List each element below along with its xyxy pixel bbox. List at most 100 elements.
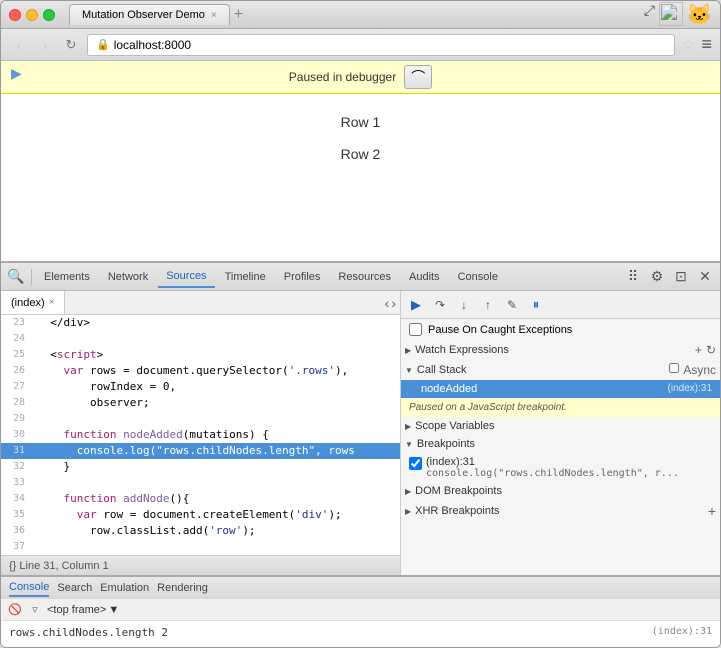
tab-nav: ‹ › xyxy=(385,295,400,311)
code-area[interactable]: 23 </div> 24 25 <script> 26 xyxy=(1,315,400,555)
bottom-tab-search[interactable]: Search xyxy=(57,580,92,596)
customize-icon[interactable]: ⠿ xyxy=(622,266,644,288)
maximize-button[interactable] xyxy=(43,9,55,21)
bottom-tab-console[interactable]: Console xyxy=(9,579,49,597)
watch-refresh-icon[interactable]: ↻ xyxy=(706,343,716,357)
minimize-button[interactable] xyxy=(26,9,38,21)
step-into-icon: ↓ xyxy=(461,298,467,312)
addressbar: ‹ › ↻ 🔒 localhost:8000 ☆ ≡ xyxy=(1,29,720,61)
browser-tab[interactable]: Mutation Observer Demo × xyxy=(69,4,230,25)
code-line-36: 36 row.classList.add('row'); xyxy=(1,523,400,539)
cat-icon: 🐱 xyxy=(687,2,712,27)
resume-debug-button[interactable]: ▶ xyxy=(405,294,427,316)
step-out-button[interactable]: ↑ xyxy=(477,294,499,316)
reload-button[interactable]: ↻ xyxy=(61,35,81,55)
breakpoints-header[interactable]: ▼ Breakpoints xyxy=(401,435,720,453)
menu-icon[interactable]: ≡ xyxy=(701,34,712,55)
window-controls: ⤢ 🐱 xyxy=(644,2,712,27)
tab-network[interactable]: Network xyxy=(100,267,156,287)
bottom-tab-emulation[interactable]: Emulation xyxy=(100,580,149,596)
resume-button[interactable]: ⌒ xyxy=(404,65,432,89)
breakpoint-info-text: Paused on a JavaScript breakpoint. xyxy=(409,402,567,413)
breakpoints-title: Breakpoints xyxy=(417,438,475,450)
scope-triangle-icon: ▶ xyxy=(405,422,411,431)
console-frame-select[interactable]: <top frame> ▼ xyxy=(47,604,119,616)
console-output: rows.childNodes.length 2 (index):31 xyxy=(1,621,720,647)
code-line-32: 32 } xyxy=(1,459,400,475)
scope-variables-header[interactable]: ▶ Scope Variables xyxy=(401,417,720,435)
forward-button[interactable]: › xyxy=(35,35,55,55)
pause-button[interactable]: ⏸ xyxy=(525,294,547,316)
watch-expressions-title: Watch Expressions xyxy=(415,344,509,356)
code-line-27: 27 rowIndex = 0, xyxy=(1,379,400,395)
deactivate-button[interactable]: ✎ xyxy=(501,294,523,316)
breakpoint-location: (index):31 xyxy=(426,456,712,468)
callstack-triangle-icon: ▼ xyxy=(405,366,413,375)
inspect-icon[interactable]: 🔍 xyxy=(5,266,27,288)
step-into-button[interactable]: ↓ xyxy=(453,294,475,316)
tab-next-icon[interactable]: › xyxy=(391,295,396,311)
url-icon: 🔒 xyxy=(96,38,110,51)
back-button[interactable]: ‹ xyxy=(9,35,29,55)
pause-caught-checkbox[interactable] xyxy=(409,323,422,336)
breakpoint-content: (index):31 console.log("rows.childNodes.… xyxy=(426,456,712,479)
close-button[interactable] xyxy=(9,9,21,21)
xhr-breakpoints-header[interactable]: ▶ XHR Breakpoints + xyxy=(401,500,720,522)
xhr-add-icon[interactable]: + xyxy=(708,503,716,519)
callstack-name: nodeAdded xyxy=(421,383,477,395)
console-filter-icon[interactable]: ▿ xyxy=(27,602,43,618)
dom-breakpoints-header[interactable]: ▶ DOM Breakpoints xyxy=(401,482,720,500)
settings-icon[interactable]: ⚙ xyxy=(646,266,668,288)
console-clear-icon[interactable]: 🚫 xyxy=(7,602,23,618)
callstack-entry-nodeadded[interactable]: nodeAdded (index):31 xyxy=(401,380,720,398)
console-area: 🚫 ▿ <top frame> ▼ rows.childNodes.length… xyxy=(1,599,720,647)
url-bar[interactable]: 🔒 localhost:8000 xyxy=(87,34,675,56)
tab-timeline[interactable]: Timeline xyxy=(217,267,274,287)
code-line-25: 25 <script> xyxy=(1,347,400,363)
debug-banner: Paused in debugger ⌒ xyxy=(1,61,720,94)
close-devtools-icon[interactable]: ✕ xyxy=(694,266,716,288)
restore-icon[interactable]: ⤢ xyxy=(644,2,655,27)
deactivate-icon: ✎ xyxy=(507,298,517,312)
bottom-tab-rendering[interactable]: Rendering xyxy=(157,580,208,596)
watch-expressions-header[interactable]: ▶ Watch Expressions + ↻ xyxy=(401,340,720,360)
page-area: ▶ Paused in debugger ⌒ Row 1 Row 2 xyxy=(1,61,720,261)
xhr-breakpoints-title: XHR Breakpoints xyxy=(415,505,499,517)
sources-right: ▶ ↷ ↓ ↑ ✎ xyxy=(401,291,720,575)
right-panel-content[interactable]: Pause On Caught Exceptions ▶ Watch Expre… xyxy=(401,319,720,575)
async-checkbox[interactable] xyxy=(669,363,679,373)
file-tab-close-icon[interactable]: × xyxy=(49,297,55,308)
page-row-2: Row 2 xyxy=(341,146,381,162)
tab-resources[interactable]: Resources xyxy=(330,267,399,287)
step-over-button[interactable]: ↷ xyxy=(429,294,451,316)
code-line-23: 23 </div> xyxy=(1,315,400,331)
console-result-location: (index):31 xyxy=(652,626,712,639)
code-line-34: 34 function addNode(){ xyxy=(1,491,400,507)
tab-elements[interactable]: Elements xyxy=(36,267,98,287)
pause-caught-row: Pause On Caught Exceptions xyxy=(401,319,720,340)
call-stack-title: Call Stack xyxy=(417,364,467,376)
bookmark-icon[interactable]: ☆ xyxy=(681,35,695,55)
code-line-30: 30 function nodeAdded(mutations) { xyxy=(1,427,400,443)
breakpoint-code: console.log("rows.childNodes.length", r.… xyxy=(426,468,712,479)
bottom-bar: Console Search Emulation Rendering xyxy=(1,575,720,599)
tab-close-icon[interactable]: × xyxy=(211,10,217,21)
tab-console[interactable]: Console xyxy=(450,267,506,287)
tab-sources[interactable]: Sources xyxy=(158,266,214,288)
file-tab-name: (index) xyxy=(11,297,45,309)
call-stack-header[interactable]: ▼ Call Stack Async xyxy=(401,360,720,380)
tab-prev-icon[interactable]: ‹ xyxy=(385,295,390,311)
watch-add-icon[interactable]: + xyxy=(695,343,702,357)
console-output-text: rows.childNodes.length 2 xyxy=(9,626,168,639)
dock-icon[interactable]: ⊡ xyxy=(670,266,692,288)
code-line-28: 28 observer; xyxy=(1,395,400,411)
code-line-29: 29 xyxy=(1,411,400,427)
watch-triangle-icon: ▶ xyxy=(405,346,411,355)
new-tab-icon[interactable]: + xyxy=(234,7,243,23)
tab-profiles[interactable]: Profiles xyxy=(276,267,329,287)
file-tab-index[interactable]: (index) × xyxy=(1,291,65,314)
breakpoint-checkbox[interactable] xyxy=(409,457,422,470)
breakpoint-item-31: (index):31 console.log("rows.childNodes.… xyxy=(401,453,720,482)
scope-variables-title: Scope Variables xyxy=(415,420,494,432)
tab-audits[interactable]: Audits xyxy=(401,267,448,287)
